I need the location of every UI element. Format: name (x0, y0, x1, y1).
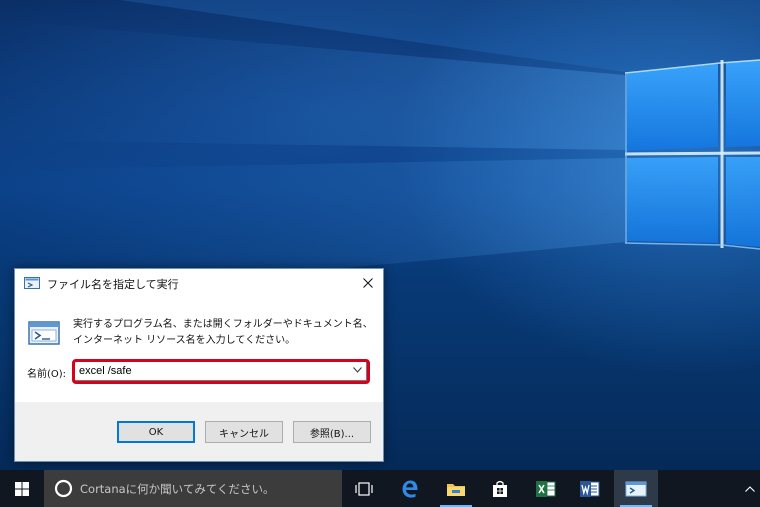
folder-icon (447, 483, 465, 496)
taskbar: Cortanaに何か聞いてみてください。 (0, 470, 760, 507)
run-dialog: ファイル名を指定して実行 実行するプログラム名、または開くフォルダーやドキュメン… (14, 268, 384, 462)
close-icon (363, 278, 373, 288)
taskbar-item-store[interactable] (478, 470, 522, 507)
taskbar-item-edge[interactable] (388, 470, 432, 507)
windows-start-icon (15, 481, 29, 496)
run-icon (625, 481, 647, 496)
edge-icon (402, 480, 418, 498)
taskbar-item-file-explorer[interactable] (434, 470, 478, 507)
search-placeholder: Cortanaに何か聞いてみてください。 (80, 482, 275, 496)
tray-overflow-button[interactable] (740, 470, 760, 507)
dialog-button-bar: OK キャンセル 参照(B)... (15, 402, 383, 461)
name-combobox[interactable] (73, 361, 367, 381)
dialog-title: ファイル名を指定して実行 (47, 278, 179, 291)
name-input[interactable] (79, 362, 339, 380)
word-icon (580, 480, 600, 497)
store-icon (493, 480, 507, 497)
chevron-down-icon[interactable] (353, 367, 362, 373)
cortana-search-box[interactable]: Cortanaに何か聞いてみてください。 (44, 470, 342, 507)
task-view-icon (355, 481, 373, 496)
excel-icon (536, 480, 556, 497)
close-button[interactable] (353, 269, 383, 297)
taskbar-item-excel[interactable] (524, 470, 568, 507)
dialog-description: 実行するプログラム名、または開くフォルダーやドキュメント名、インターネット リソ… (73, 319, 373, 346)
cortana-icon (54, 479, 73, 498)
run-icon (24, 277, 40, 289)
dialog-titlebar[interactable]: ファイル名を指定して実行 (15, 269, 383, 297)
taskbar-item-task-view[interactable] (342, 470, 386, 507)
name-label: 名前(O): (27, 369, 67, 380)
start-button[interactable] (0, 470, 44, 507)
browse-button[interactable]: 参照(B)... (293, 421, 371, 443)
taskbar-item-word[interactable] (568, 470, 612, 507)
taskbar-item-run[interactable] (614, 470, 658, 507)
ok-button[interactable]: OK (117, 421, 195, 443)
cancel-button[interactable]: キャンセル (205, 421, 283, 443)
run-icon (28, 321, 60, 345)
chevron-up-icon (745, 485, 755, 492)
